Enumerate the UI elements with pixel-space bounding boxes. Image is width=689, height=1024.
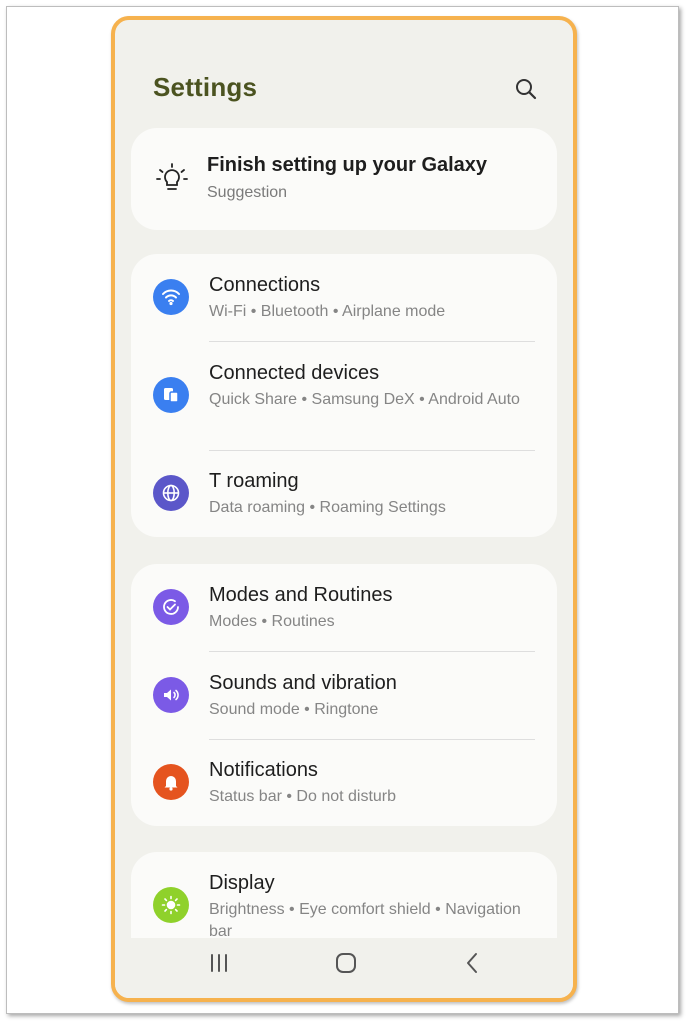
settings-group-modes: Modes and Routines Modes • Routines Soun… <box>131 564 557 826</box>
settings-item-modes-routines[interactable]: Modes and Routines Modes • Routines <box>131 564 557 652</box>
settings-item-connections[interactable]: Connections Wi-Fi • Bluetooth • Airplane… <box>131 254 557 342</box>
speaker-icon <box>153 677 189 713</box>
recent-apps-icon <box>211 954 227 972</box>
settings-group-connections: Connections Wi-Fi • Bluetooth • Airplane… <box>131 254 557 537</box>
search-button[interactable] <box>511 74 541 104</box>
wifi-icon <box>153 279 189 315</box>
item-subtitle: Wi-Fi • Bluetooth • Airplane mode <box>209 303 446 320</box>
routines-icon <box>153 589 189 625</box>
item-title: Sounds and vibration <box>209 672 397 694</box>
navigation-bar <box>115 928 573 998</box>
lightbulb-icon <box>156 163 188 190</box>
item-subtitle: Modes • Routines <box>209 613 335 630</box>
item-title: Connected devices <box>209 362 380 384</box>
recent-apps-button[interactable] <box>199 946 239 980</box>
home-button[interactable] <box>326 946 366 980</box>
item-title: Modes and Routines <box>209 584 393 606</box>
search-icon <box>516 79 537 100</box>
settings-item-t-roaming[interactable]: T roaming Data roaming • Roaming Setting… <box>131 450 557 537</box>
globe-icon <box>153 475 189 511</box>
settings-item-connected-devices[interactable]: Connected devices Quick Share • Samsung … <box>131 342 557 450</box>
item-subtitle: Status bar • Do not disturb <box>209 788 397 805</box>
item-title: Connections <box>209 274 321 296</box>
phone-screen: Settings Finish setting up your Galaxy S… <box>111 16 577 1002</box>
home-icon <box>336 953 356 973</box>
item-subtitle: Sound mode • Ringtone <box>209 701 379 718</box>
back-button[interactable] <box>453 946 493 980</box>
item-title: Notifications <box>209 759 318 781</box>
settings-item-notifications[interactable]: Notifications Status bar • Do not distur… <box>131 739 557 826</box>
item-title: T roaming <box>209 470 299 492</box>
devices-icon <box>153 377 189 413</box>
item-subtitle: Data roaming • Roaming Settings <box>209 499 446 516</box>
suggestion-title: Finish setting up your Galaxy <box>207 154 488 176</box>
brightness-icon <box>153 887 189 923</box>
back-icon <box>467 953 477 973</box>
item-subtitle: Quick Share • Samsung DeX • Android Auto <box>209 391 520 408</box>
page-title: Settings <box>153 72 258 102</box>
suggestion-subtitle: Suggestion <box>207 184 288 201</box>
suggestion-card[interactable]: Finish setting up your Galaxy Suggestion <box>131 128 557 230</box>
item-title: Display <box>209 872 275 894</box>
bell-icon <box>153 764 189 800</box>
settings-item-sounds-vibration[interactable]: Sounds and vibration Sound mode • Ringto… <box>131 652 557 739</box>
